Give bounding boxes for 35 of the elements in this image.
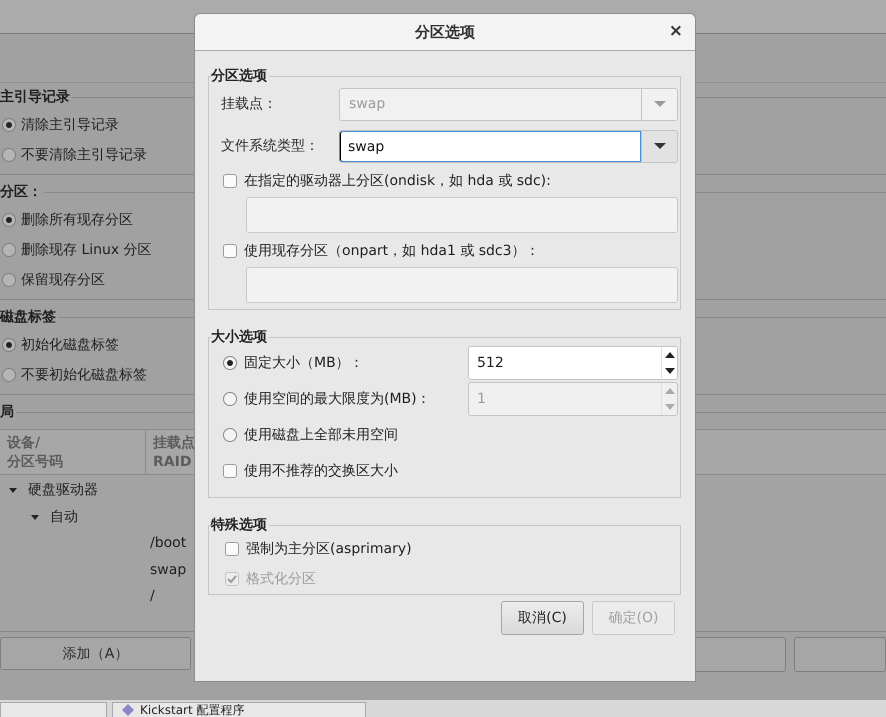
option-label: 固定大小（MB）： xyxy=(244,354,365,372)
group-title: 大小选项 xyxy=(211,328,268,346)
dialog-title: 分区选项 xyxy=(415,22,475,42)
combo-box[interactable]: swap xyxy=(339,130,678,162)
option-label: 清除主引导记录 xyxy=(21,116,119,134)
checkbox-label: 使用现存分区（onpart，如 hda1 或 sdc3）： xyxy=(244,242,540,260)
option-label: 保留现存分区 xyxy=(21,271,105,289)
option-label: 使用磁盘上全部未用空间 xyxy=(244,426,399,444)
spin-field[interactable]: 512 xyxy=(468,346,678,380)
option-label: 初始化磁盘标签 xyxy=(21,336,119,354)
group-title: 特殊选项 xyxy=(211,516,268,534)
option-label: 不要初始化磁盘标签 xyxy=(21,366,147,384)
table-cell: 硬盘驱动器 xyxy=(28,481,98,500)
section-title: 分区： xyxy=(0,183,42,201)
close-button[interactable]: × xyxy=(666,22,686,40)
option-label: 删除现存 Linux 分区 xyxy=(21,241,152,259)
add-button[interactable]: 添加（A） xyxy=(0,637,192,670)
table-cell: /boot xyxy=(150,535,186,552)
section-title: 局 xyxy=(0,403,14,421)
checkbox-label: 强制为主分区(asprimary) xyxy=(246,540,412,558)
field-label: 挂载点： xyxy=(221,95,278,113)
table-cell: 自动 xyxy=(50,508,78,526)
option-label: 不要清除主引导记录 xyxy=(21,146,147,164)
taskbar-item[interactable]: Kickstart 配置程序 xyxy=(112,702,366,717)
option-label: 删除所有现存分区 xyxy=(21,211,133,229)
checkbox-label: 格式化分区 xyxy=(246,570,316,588)
group-title: 分区选项 xyxy=(211,67,268,85)
section-title: 主引导记录 xyxy=(0,88,70,106)
table-cell: / xyxy=(150,588,155,604)
cancel-button[interactable]: 取消(C) xyxy=(501,601,584,635)
checkbox-label: 在指定的驱动器上分区(ondisk，如 hda 或 sdc): xyxy=(244,172,551,190)
checkbox-label: 使用不推荐的交换区大小 xyxy=(244,462,398,480)
table-cell: swap xyxy=(150,562,186,578)
field-label: 文件系统类型： xyxy=(221,137,320,155)
option-label: 使用空间的最大限度为(MB)： xyxy=(244,390,432,408)
